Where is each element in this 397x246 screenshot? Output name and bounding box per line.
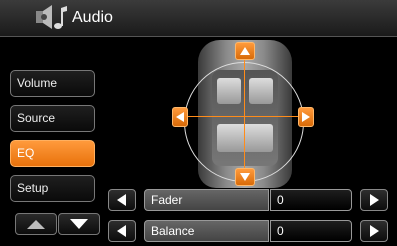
triangle-right-icon: [370, 194, 379, 206]
triangle-right-icon: [370, 225, 379, 237]
triangle-left-icon: [117, 225, 126, 237]
fader-crosshair-vertical: [244, 50, 245, 184]
fader-increase-button[interactable]: [360, 189, 388, 211]
page-down-button[interactable]: [58, 213, 100, 235]
fader-label: Fader: [144, 189, 269, 211]
fader-front-button[interactable]: [235, 42, 255, 60]
balance-decrease-button[interactable]: [108, 220, 136, 242]
balance-left-button[interactable]: [172, 107, 188, 127]
arrow-up-icon: [240, 47, 250, 55]
triangle-up-icon: [27, 220, 45, 229]
balance-right-button[interactable]: [298, 107, 314, 127]
balance-value: 0: [270, 220, 352, 242]
fader-rear-button[interactable]: [235, 168, 255, 186]
sidebar-item-eq[interactable]: EQ: [10, 140, 95, 167]
sidebar-item-volume[interactable]: Volume: [10, 70, 95, 97]
fader-decrease-button[interactable]: [108, 189, 136, 211]
arrow-down-icon: [240, 173, 250, 181]
sidebar-item-setup[interactable]: Setup: [10, 175, 95, 202]
arrow-right-icon: [302, 112, 310, 122]
header-bar: Audio: [0, 0, 397, 37]
triangle-left-icon: [117, 194, 126, 206]
arrow-left-icon: [176, 112, 184, 122]
page-title: Audio: [72, 9, 113, 26]
balance-increase-button[interactable]: [360, 220, 388, 242]
fader-value: 0: [270, 189, 352, 211]
balance-label: Balance: [144, 220, 269, 242]
sidebar-item-source[interactable]: Source: [10, 105, 95, 132]
page-up-button[interactable]: [15, 213, 57, 235]
speaker-music-icon: [36, 5, 67, 29]
triangle-down-icon: [70, 219, 88, 229]
